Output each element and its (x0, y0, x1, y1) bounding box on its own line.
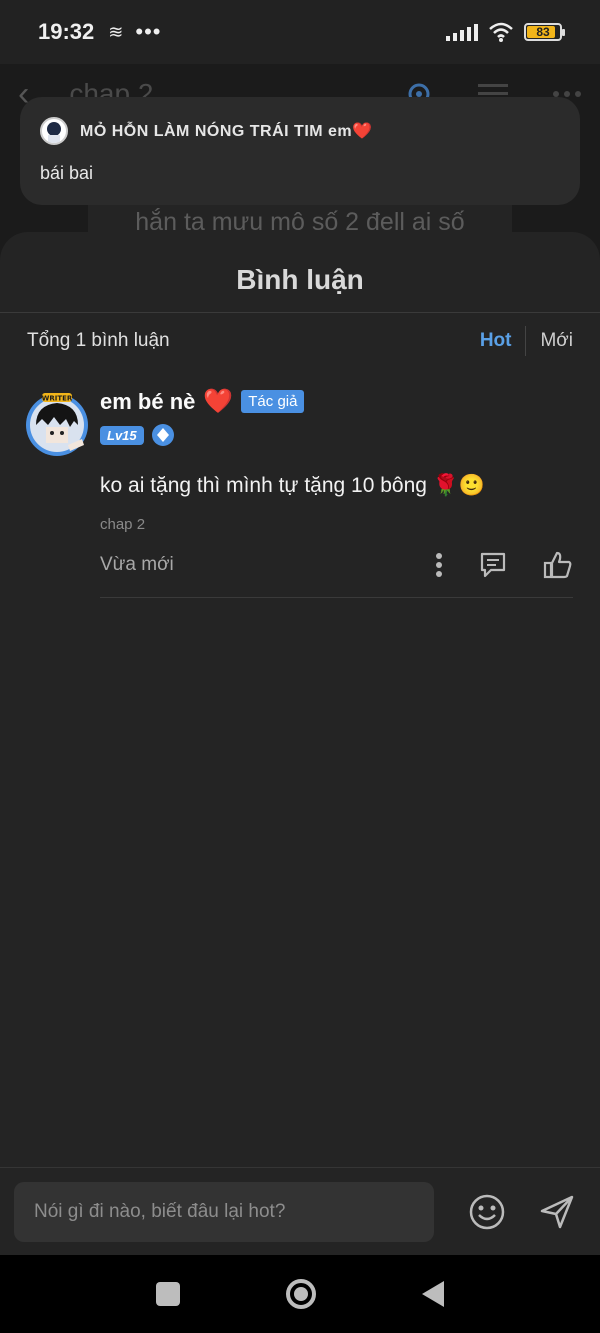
comment-avatar[interactable]: WRITER (22, 387, 92, 464)
back-button[interactable] (422, 1281, 444, 1307)
total-comments: Tổng 1 bình luận (27, 330, 170, 351)
emoji-icon[interactable] (468, 1193, 506, 1231)
recent-apps-button[interactable] (156, 1282, 180, 1306)
diamond-icon (151, 424, 174, 446)
more-notifications-icon: ••• (135, 19, 162, 44)
status-bar: 19:32 ≋ ••• 83 (0, 0, 600, 64)
system-nav-bar (0, 1255, 600, 1333)
more-vertical-icon[interactable] (435, 552, 443, 578)
tab-separator (525, 326, 527, 356)
comment-item: em bé nè ❤️ Tác giả Lv15 ko ai tặng thì … (0, 369, 600, 649)
notification-body: bái bai (40, 163, 94, 183)
signal-icon (446, 23, 478, 41)
sheet-title: Bình luận (236, 264, 364, 295)
battery-icon: 83 (524, 23, 565, 41)
author-badge: Tác giả (241, 390, 305, 413)
notification-title: MỎ HỖN LÀM NÓNG TRÁI TIM em❤️ (80, 123, 373, 140)
send-icon[interactable] (538, 1193, 576, 1231)
comment-author-name[interactable]: em bé nè (100, 389, 195, 415)
comment-input-box[interactable] (14, 1181, 434, 1242)
comment-input[interactable] (34, 1200, 414, 1223)
notification-avatar (40, 117, 68, 145)
reader-text-line: hắn ta mưu mô số 2 đell ai số (88, 205, 512, 235)
wifi-icon (489, 22, 513, 42)
sort-row: Tổng 1 bình luận Hot Mới (0, 313, 600, 369)
comment-chapter[interactable]: chap 2 (100, 516, 573, 533)
comment-text: ko ai tặng thì mình tự tặng 10 bông 🌹🙂 (100, 474, 486, 497)
tab-new[interactable]: Mới (540, 330, 573, 352)
comment-divider (100, 597, 573, 598)
avatar-frame-label: WRITER (42, 395, 73, 403)
battery-level: 83 (536, 25, 550, 39)
comment-input-bar (0, 1167, 600, 1255)
reply-icon[interactable] (479, 551, 507, 579)
like-icon[interactable] (543, 551, 573, 579)
home-button[interactable] (286, 1279, 316, 1309)
notification-banner[interactable]: MỎ HỖN LÀM NÓNG TRÁI TIM em❤️ bái bai (20, 97, 580, 205)
comments-sheet: Bình luận Tổng 1 bình luận Hot Mới em bé… (0, 232, 600, 1254)
layers-icon: ≋ (108, 21, 124, 42)
comment-time: Vừa mới (100, 554, 174, 575)
status-time: 19:32 (38, 19, 95, 44)
level-badge: Lv15 (100, 425, 144, 445)
tab-hot[interactable]: Hot (480, 330, 512, 352)
heart-emoji: ❤️ (203, 388, 234, 415)
